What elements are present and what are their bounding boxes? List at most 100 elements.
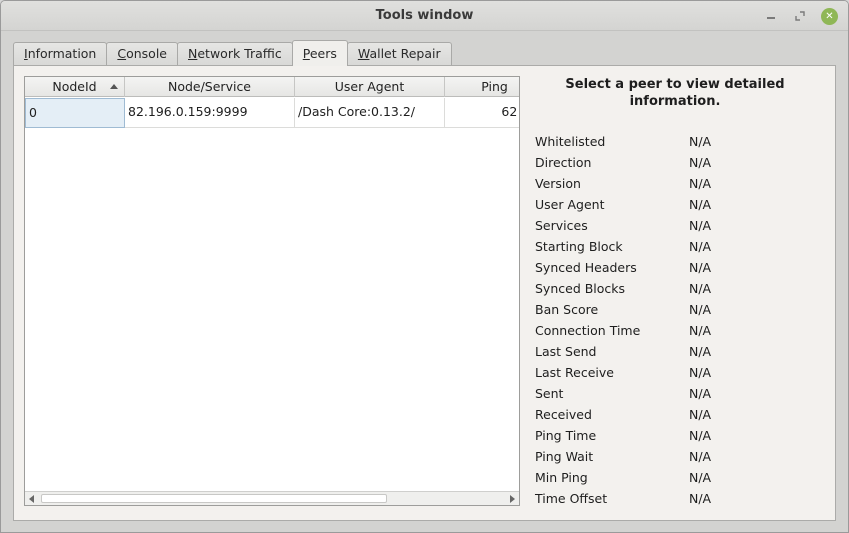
tab-label: etwork Traffic	[197, 46, 282, 61]
tab-bar: Information Console Network Traffic Peer…	[13, 40, 452, 66]
detail-value: N/A	[689, 323, 712, 338]
detail-row: Ping Time N/A	[535, 425, 825, 446]
detail-row: Last Receive N/A	[535, 362, 825, 383]
detail-label: Ping Wait	[535, 449, 594, 464]
scroll-right-icon[interactable]	[510, 495, 515, 503]
tab-mnemonic: P	[302, 46, 310, 61]
detail-row: Min Ping N/A	[535, 467, 825, 488]
detail-value: N/A	[689, 239, 712, 254]
column-header-label: NodeId	[52, 79, 97, 94]
minimize-button[interactable]	[763, 8, 779, 24]
detail-row: Synced Headers N/A	[535, 257, 825, 278]
detail-value: N/A	[689, 470, 712, 485]
window-title: Tools window	[375, 8, 474, 23]
peer-details: Select a peer to view detailed informati…	[530, 76, 830, 506]
tab-network-traffic[interactable]: Network Traffic	[177, 42, 293, 66]
column-header-node-service[interactable]: Node/Service	[125, 77, 295, 97]
cell-ping[interactable]: 62 ms	[445, 98, 519, 128]
details-title: Select a peer to view detailed informati…	[565, 77, 785, 109]
detail-label: Synced Headers	[535, 260, 637, 275]
minimize-icon	[767, 17, 775, 19]
detail-row: Whitelisted N/A	[535, 131, 825, 152]
column-header-ping[interactable]: Ping	[445, 77, 519, 97]
cell-node-id[interactable]: 0	[25, 98, 125, 128]
tab-mnemonic: N	[188, 46, 198, 61]
detail-label: Ban Score	[535, 302, 599, 317]
tools-window: Tools window ✕ Information Console Netwo…	[0, 0, 849, 533]
detail-value: N/A	[689, 407, 712, 422]
tab-mnemonic: C	[117, 46, 127, 61]
detail-label: Sent	[535, 386, 564, 401]
window-body: Information Console Network Traffic Peer…	[1, 32, 848, 532]
peers-panel: NodeId Node/Service User Agent Ping 0 82…	[13, 65, 836, 521]
detail-value: N/A	[689, 428, 712, 443]
detail-label: Connection Time	[535, 323, 641, 338]
detail-value: N/A	[689, 302, 712, 317]
scrollbar-thumb[interactable]	[41, 494, 387, 503]
detail-label: Whitelisted	[535, 134, 606, 149]
tab-console[interactable]: Console	[106, 42, 178, 66]
detail-value: N/A	[689, 260, 712, 275]
tab-wallet-repair[interactable]: Wallet Repair	[346, 42, 452, 66]
tab-mnemonic: W	[357, 46, 370, 61]
detail-label: Ping Time	[535, 428, 597, 443]
detail-row: Sent N/A	[535, 383, 825, 404]
column-header-label: Ping	[481, 79, 508, 94]
table-row[interactable]: 0 82.196.0.159:9999 /Dash Core:0.13.2/ 6…	[25, 98, 519, 128]
detail-label: Min Ping	[535, 470, 588, 485]
detail-label: User Agent	[535, 197, 605, 212]
tab-label: eers	[309, 46, 337, 61]
cell-node-service[interactable]: 82.196.0.159:9999	[125, 98, 295, 128]
detail-value: N/A	[689, 197, 712, 212]
tab-label: onsole	[126, 46, 167, 61]
detail-row: User Agent N/A	[535, 194, 825, 215]
detail-value: N/A	[689, 176, 712, 191]
detail-label: Direction	[535, 155, 592, 170]
detail-row: Time Offset N/A	[535, 488, 825, 509]
detail-label: Services	[535, 218, 588, 233]
detail-label: Time Offset	[535, 491, 608, 506]
peers-table[interactable]: NodeId Node/Service User Agent Ping 0 82…	[24, 76, 520, 506]
sort-ascending-icon	[110, 84, 118, 89]
detail-row: Services N/A	[535, 215, 825, 236]
detail-row: Version N/A	[535, 173, 825, 194]
detail-value: N/A	[689, 134, 712, 149]
detail-row: Received N/A	[535, 404, 825, 425]
detail-value: N/A	[689, 281, 712, 296]
title-bar[interactable]: Tools window ✕	[1, 1, 848, 31]
detail-label: Received	[535, 407, 592, 422]
column-header-user-agent[interactable]: User Agent	[295, 77, 445, 97]
detail-label: Synced Blocks	[535, 281, 626, 296]
close-button[interactable]: ✕	[821, 8, 838, 25]
detail-value: N/A	[689, 386, 712, 401]
detail-row: Synced Blocks N/A	[535, 278, 825, 299]
close-icon: ✕	[825, 11, 834, 22]
detail-row: Last Send N/A	[535, 341, 825, 362]
detail-value: N/A	[689, 155, 712, 170]
maximize-icon	[795, 11, 805, 21]
detail-label: Starting Block	[535, 239, 623, 254]
detail-value: N/A	[689, 218, 712, 233]
detail-label: Version	[535, 176, 581, 191]
detail-label: Last Receive	[535, 365, 614, 380]
tab-peers[interactable]: Peers	[291, 40, 348, 66]
detail-row: Ping Wait N/A	[535, 446, 825, 467]
column-header-label: Node/Service	[167, 79, 252, 94]
detail-value: N/A	[689, 449, 712, 464]
tab-label: allet Repair	[369, 46, 441, 61]
cell-user-agent[interactable]: /Dash Core:0.13.2/	[295, 98, 445, 128]
horizontal-scrollbar[interactable]	[25, 491, 519, 505]
detail-row: Starting Block N/A	[535, 236, 825, 257]
detail-value: N/A	[689, 365, 712, 380]
detail-row: Direction N/A	[535, 152, 825, 173]
column-header-label: User Agent	[334, 79, 405, 94]
tab-information[interactable]: Information	[13, 42, 108, 66]
detail-row: Connection Time N/A	[535, 320, 825, 341]
column-header-nodeid[interactable]: NodeId	[25, 77, 125, 97]
detail-row: Ban Score N/A	[535, 299, 825, 320]
maximize-button[interactable]	[792, 8, 808, 24]
table-header: NodeId Node/Service User Agent Ping	[25, 77, 519, 97]
tab-label: nformation	[27, 46, 97, 61]
scroll-left-icon[interactable]	[29, 495, 34, 503]
detail-value: N/A	[689, 491, 712, 506]
